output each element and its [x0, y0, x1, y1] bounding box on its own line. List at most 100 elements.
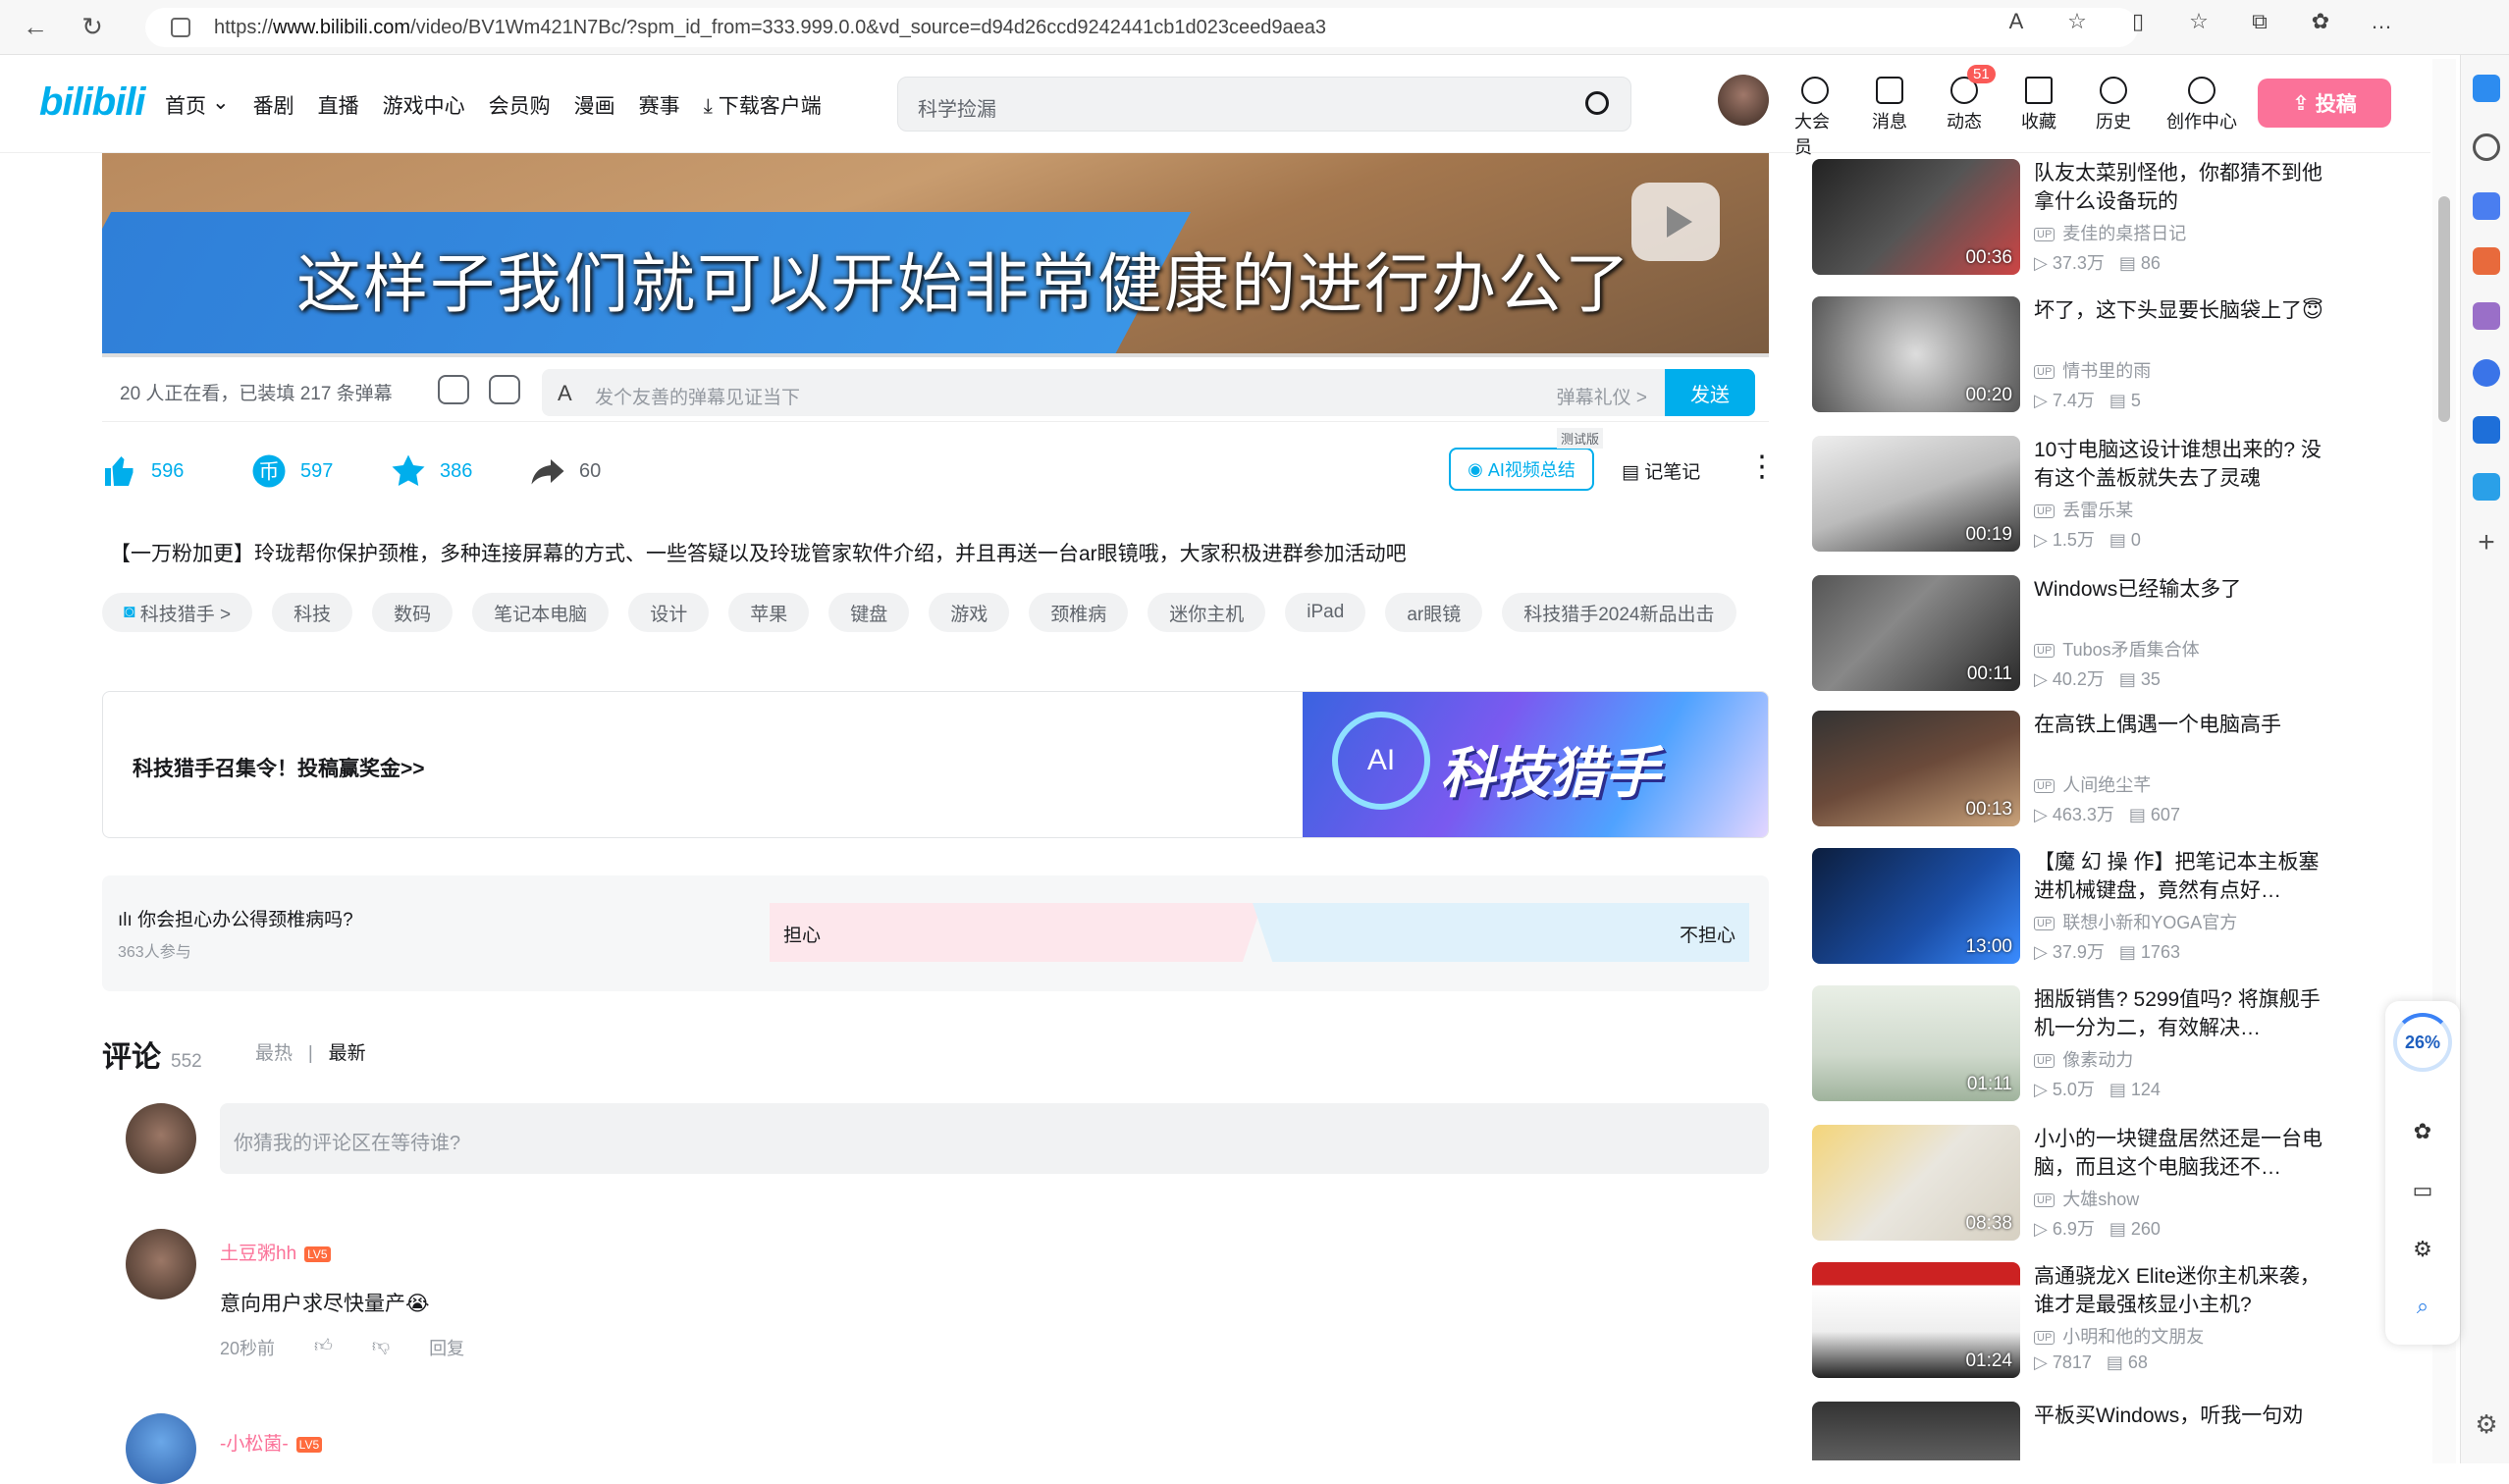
- video-title[interactable]: 队友太菜别怪他，你都猜不到他拿什么设备玩的: [2034, 159, 2338, 216]
- comment-input[interactable]: 你猜我的评论区在等待谁?: [220, 1103, 1769, 1174]
- search-icon[interactable]: [1585, 91, 1609, 115]
- star-icon[interactable]: ☆: [2063, 8, 2091, 35]
- uploader[interactable]: UP 情书里的雨: [2034, 357, 2151, 383]
- address-bar[interactable]: https://www.bilibili.com/video/BV1Wm421N…: [145, 8, 2138, 47]
- nav-esports[interactable]: 赛事: [639, 90, 680, 120]
- settings-icon[interactable]: ⚙: [2473, 1409, 2500, 1439]
- split-screen-icon[interactable]: ▯: [2124, 8, 2152, 35]
- uploader[interactable]: UP 联想小新和YOGA官方: [2034, 909, 2237, 934]
- list-item[interactable]: 08:38 小小的一块键盘居然还是一台电脑，而且这个电脑我还不… UP 大雄sho…: [1812, 1125, 2401, 1246]
- share-button[interactable]: 60: [530, 453, 601, 489]
- coin-button[interactable]: 币 597: [251, 453, 333, 489]
- nav-home[interactable]: 首页: [165, 90, 206, 120]
- uploader[interactable]: UP 大雄show: [2034, 1186, 2139, 1211]
- uploader[interactable]: UP 像素动力: [2034, 1046, 2133, 1072]
- ai-summary-button[interactable]: ◉ AI视频总结: [1449, 448, 1594, 491]
- danmaku-input[interactable]: A 发个友善的弹幕见证当下 弹幕礼仪 > 发送: [542, 369, 1755, 416]
- activity-banner[interactable]: 科技猎手召集令！投稿赢奖金>> AI 科技猎手: [102, 691, 1769, 838]
- text-style-icon[interactable]: A: [558, 381, 572, 406]
- list-item[interactable]: 00:36 队友太菜别怪他，你都猜不到他拿什么设备玩的 UP 麦佳的桌搭日记 ▷ …: [1812, 159, 2401, 281]
- tag-item[interactable]: 迷你主机: [1148, 593, 1266, 632]
- video-player[interactable]: 这样子我们就可以开始非常健康的进行办公了: [102, 153, 1769, 357]
- list-item[interactable]: 平板买Windows，听我一句劝: [1812, 1402, 2401, 1460]
- extensions-icon[interactable]: ✿: [2307, 8, 2334, 35]
- list-item[interactable]: 00:13 在高铁上偶遇一个电脑高手 UP 人间绝尘芊 ▷ 463.3万 ▤ 60…: [1812, 711, 2401, 832]
- tag-item[interactable]: 数码: [372, 593, 454, 632]
- uploader[interactable]: UP 小明和他的文朋友: [2034, 1323, 2204, 1349]
- bilibili-logo[interactable]: bilibili: [39, 80, 146, 125]
- danmaku-etiquette-link[interactable]: 弹幕礼仪 >: [1557, 383, 1647, 409]
- tag-item[interactable]: 键盘: [828, 593, 910, 632]
- comment-user[interactable]: 土豆粥hh LV5: [220, 1239, 331, 1265]
- send-button[interactable]: 发送: [1665, 369, 1755, 416]
- video-title[interactable]: 10寸电脑这设计谁想出来的? 没有这个盖板就失去了灵魂: [2034, 436, 2338, 493]
- creator-entry[interactable]: 创作中心: [2166, 77, 2237, 159]
- back-icon[interactable]: ←: [14, 6, 57, 49]
- video-title[interactable]: 在高铁上偶遇一个电脑高手: [2034, 711, 2338, 739]
- favorite-button[interactable]: 386: [391, 453, 472, 489]
- nav-manga[interactable]: 漫画: [574, 90, 615, 120]
- tag-item[interactable]: 苹果: [728, 593, 810, 632]
- list-item[interactable]: 01:24 高通骁龙X Elite迷你主机来袭，谁才是最强核显小主机? UP 小明…: [1812, 1262, 2401, 1384]
- send-icon[interactable]: [2473, 473, 2500, 501]
- scrollbar-thumb[interactable]: [2438, 196, 2450, 422]
- list-item[interactable]: 01:11 捆版销售? 5299值吗? 将旗舰手机一分为二，有效解决… UP 像素…: [1812, 985, 2401, 1107]
- more-icon[interactable]: …: [2368, 8, 2395, 35]
- games-icon[interactable]: [2473, 302, 2500, 330]
- note-button[interactable]: ▤ 记笔记: [1622, 457, 1700, 484]
- tag-channel[interactable]: ◙ 科技猎手 >: [102, 593, 253, 632]
- upload-button[interactable]: ⇪ 投稿: [2258, 79, 2391, 128]
- nav-mall[interactable]: 会员购: [489, 90, 551, 120]
- vip-entry[interactable]: 大会员: [1794, 77, 1836, 159]
- avatar[interactable]: [126, 1413, 196, 1484]
- gear-icon[interactable]: ⚙: [2409, 1237, 2436, 1264]
- uploader[interactable]: UP 人间绝尘芊: [2034, 771, 2151, 797]
- comment-like-icon[interactable]: 👍︎: [314, 1335, 333, 1360]
- like-button[interactable]: 596: [102, 453, 184, 489]
- screenshot-icon[interactable]: ✿: [2409, 1119, 2436, 1146]
- video-title[interactable]: Windows已经输太多了: [2034, 575, 2338, 604]
- vote-option-no[interactable]: 不担心: [1253, 903, 1749, 962]
- favorites-icon[interactable]: ☆: [2185, 8, 2213, 35]
- outlook-icon[interactable]: [2473, 416, 2500, 444]
- tag-item[interactable]: 科技: [272, 593, 353, 632]
- uploader[interactable]: UP 麦佳的桌搭日记: [2034, 220, 2186, 245]
- tag-item[interactable]: 科技猎手2024新品出击: [1502, 593, 1736, 632]
- nav-anime[interactable]: 番剧: [253, 90, 294, 120]
- play-icon[interactable]: [1631, 183, 1720, 261]
- favorite-entry[interactable]: 收藏: [2018, 77, 2059, 159]
- more-options-icon[interactable]: ⋮: [1747, 450, 1777, 484]
- video-title[interactable]: 高通骁龙X Elite迷你主机来袭，谁才是最强核显小主机?: [2034, 1262, 2338, 1319]
- comment-user[interactable]: -小松菌- LV5: [220, 1429, 323, 1456]
- search-icon[interactable]: [2473, 133, 2500, 161]
- read-aloud-icon[interactable]: A: [2002, 8, 2030, 35]
- comment-reply[interactable]: 回复: [429, 1335, 464, 1360]
- list-item[interactable]: 00:11 Windows已经输太多了 UP Tubos矛盾集合体 ▷ 40.2万…: [1812, 575, 2401, 697]
- progress-percent[interactable]: 26%: [2393, 1013, 2452, 1072]
- collections-icon[interactable]: ⧉: [2246, 8, 2273, 35]
- sort-hot[interactable]: 最热: [255, 1043, 293, 1064]
- history-entry[interactable]: 历史: [2093, 77, 2134, 159]
- uploader[interactable]: UP Tubos矛盾集合体: [2034, 636, 2200, 662]
- nav-download[interactable]: ⤓ 下载客户端: [704, 90, 822, 120]
- tag-icon[interactable]: [2473, 192, 2500, 220]
- search-input[interactable]: 科学捡漏: [897, 77, 1631, 132]
- tag-item[interactable]: 游戏: [929, 593, 1010, 632]
- tag-item[interactable]: iPad: [1285, 593, 1366, 632]
- nav-games[interactable]: 游戏中心: [383, 90, 465, 120]
- copilot-circle-icon[interactable]: [2473, 359, 2500, 387]
- tag-item[interactable]: ar眼镜: [1385, 593, 1483, 632]
- copilot-icon[interactable]: [2473, 75, 2500, 102]
- video-title[interactable]: 坏了，这下头显要长脑袋上了😇: [2034, 296, 2338, 325]
- video-title[interactable]: 【魔 幻 操 作】把笔记本主板塞进机械键盘，竟然有点好…: [2034, 848, 2338, 905]
- tag-item[interactable]: 笔记本电脑: [472, 593, 610, 632]
- message-entry[interactable]: 消息: [1869, 77, 1910, 159]
- vote-option-yes[interactable]: 担心: [770, 903, 1262, 962]
- video-title[interactable]: 捆版销售? 5299值吗? 将旗舰手机一分为二，有效解决…: [2034, 985, 2338, 1042]
- user-avatar[interactable]: [1718, 75, 1769, 126]
- nav-live[interactable]: 直播: [318, 90, 359, 120]
- refresh-icon[interactable]: ↻: [71, 6, 114, 49]
- tag-item[interactable]: 颈椎病: [1029, 593, 1129, 632]
- sort-new[interactable]: 最新: [329, 1043, 366, 1064]
- comment-dislike-icon[interactable]: 👎︎: [372, 1335, 390, 1360]
